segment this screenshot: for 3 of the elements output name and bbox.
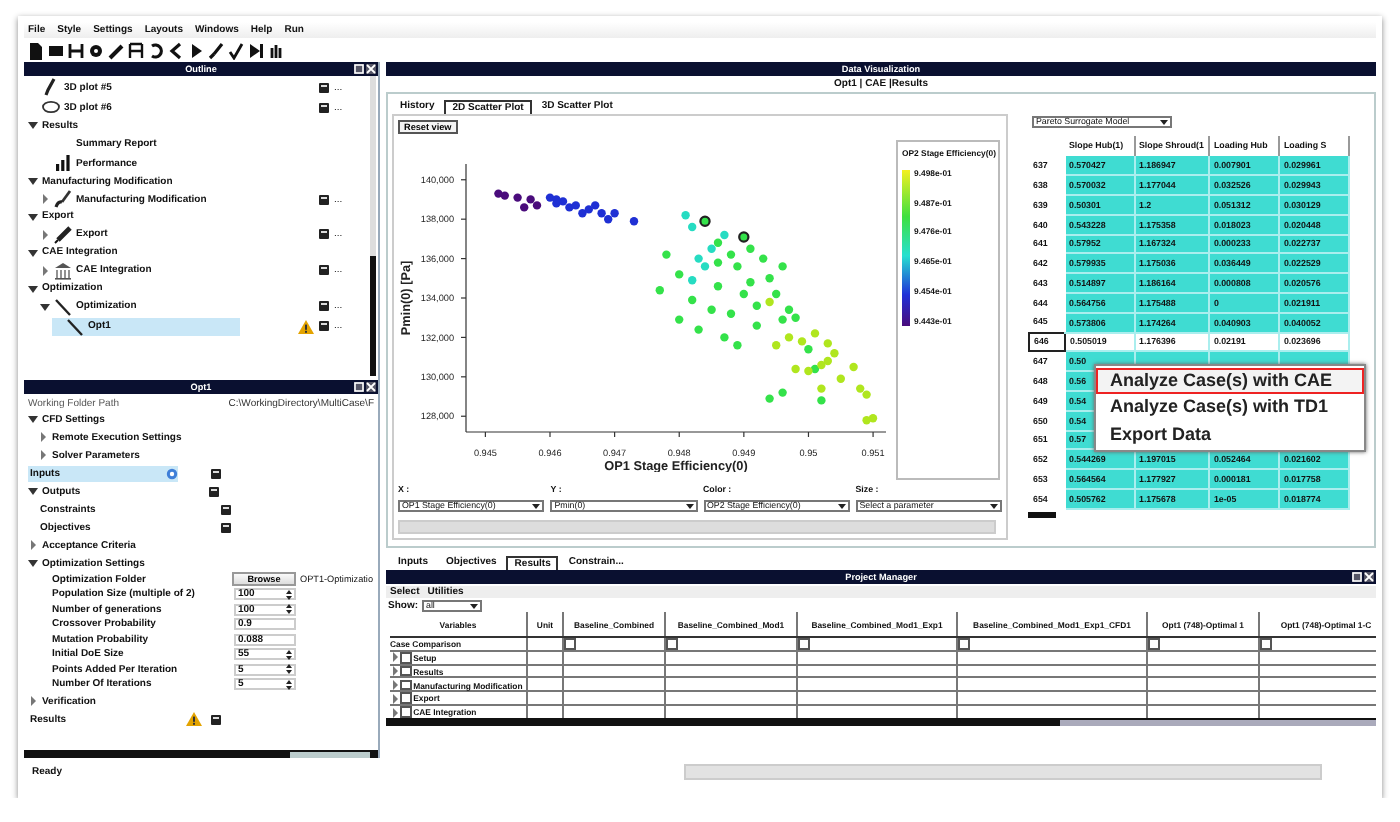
menu-item[interactable]: Export Data [1096, 421, 1364, 449]
menu-item[interactable]: Analyze Case(s) with TD1 [1096, 394, 1364, 422]
menu-item[interactable]: Analyze Case(s) with CAE [1096, 367, 1364, 395]
